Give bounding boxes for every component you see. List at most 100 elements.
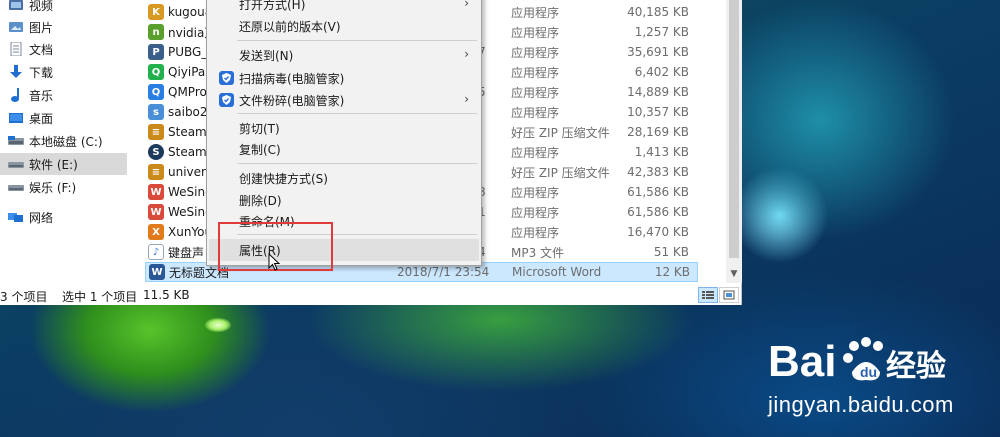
app-icon: Q — [148, 64, 164, 80]
nav-item-label: 本地磁盘 (C:) — [29, 134, 103, 149]
shield-icon — [219, 71, 234, 85]
app-icon: X — [148, 224, 164, 240]
file-type: 应用程序 — [511, 5, 560, 20]
menu-separator — [237, 113, 477, 114]
scrollbar-thumb[interactable] — [729, 0, 739, 258]
nav-item-label: 网络 — [29, 210, 54, 225]
nav-item-network[interactable]: 网络 — [0, 206, 127, 228]
menu-item-label: 打开方式(H) — [239, 0, 306, 12]
item-count: 3 个项目 — [0, 290, 48, 304]
menu-item-cut[interactable]: 剪切(T) — [209, 117, 479, 139]
drive-icon — [8, 134, 24, 148]
menu-item-scan-virus[interactable]: 扫描病毒(电脑管家) — [209, 67, 479, 89]
file-size: 28,169 KB — [627, 125, 689, 139]
details-view-button[interactable] — [698, 287, 718, 303]
nav-item-label: 娱乐 (F:) — [29, 180, 77, 195]
menu-item-send-to[interactable]: 发送到(N) › — [209, 44, 479, 66]
nav-item-videos[interactable]: 视频 — [0, 0, 127, 16]
menu-item-restore-versions[interactable]: 还原以前的版本(V) — [209, 15, 479, 37]
menu-item-label: 还原以前的版本(V) — [239, 19, 341, 34]
network-icon — [8, 210, 24, 224]
steam-icon: S — [148, 144, 164, 160]
vertical-scrollbar[interactable]: ▼ — [726, 0, 742, 283]
file-type: 应用程序 — [511, 25, 560, 40]
nav-item-drive-e[interactable]: 软件 (E:) — [0, 153, 127, 175]
status-bar: 3 个项目 选中 1 个项目 11.5 KB — [0, 285, 742, 305]
menu-separator — [237, 163, 477, 164]
menu-item-label: 剪切(T) — [239, 121, 280, 136]
svg-text:du: du — [860, 364, 877, 380]
menu-item-copy[interactable]: 复制(C) — [209, 138, 479, 160]
menu-item-delete[interactable]: 删除(D) — [209, 189, 479, 211]
nav-item-desktop[interactable]: 桌面 — [0, 107, 127, 129]
file-name: QMPro — [168, 85, 207, 99]
menu-item-label: 文件粉碎(电脑管家) — [239, 93, 345, 108]
chevron-right-icon: › — [464, 47, 469, 61]
menu-separator — [237, 40, 477, 41]
file-type: 应用程序 — [511, 205, 560, 220]
file-name: saibo2 — [168, 105, 208, 119]
app-icon: W — [148, 184, 164, 200]
menu-item-label: 扫描病毒(电脑管家) — [239, 71, 345, 86]
file-size: 10,357 KB — [627, 105, 689, 119]
zip-archive-icon: ≡ — [148, 164, 164, 180]
nav-item-documents[interactable]: 文档 — [0, 38, 127, 60]
documents-folder-icon — [8, 42, 24, 56]
app-icon: K — [148, 4, 164, 20]
file-size: 35,691 KB — [627, 45, 689, 59]
nav-item-drive-c[interactable]: 本地磁盘 (C:) — [0, 130, 127, 152]
file-type: 应用程序 — [511, 145, 560, 160]
file-type: 应用程序 — [511, 105, 560, 120]
file-size: 61,586 KB — [627, 185, 689, 199]
wallpaper-light-spot — [205, 318, 231, 332]
app-icon: P — [148, 44, 164, 60]
desktop-folder-icon — [8, 111, 24, 125]
app-icon: n — [148, 24, 164, 40]
file-size: 1,413 KB — [634, 145, 689, 159]
watermark-url: jingyan.baidu.com — [768, 392, 954, 417]
audio-file-icon: ♪ — [148, 244, 164, 260]
menu-item-label: 创建快捷方式(S) — [239, 171, 328, 186]
navigation-pane: 视频 图片 文档 下载 音乐 桌面 本地磁盘 (C:) 软件 (E:) 娱乐 (… — [0, 0, 128, 283]
svg-text:经验: 经验 — [886, 349, 946, 384]
details-view-icon — [702, 291, 714, 299]
nav-item-label: 文档 — [29, 42, 54, 57]
shield-icon — [219, 93, 234, 107]
nav-item-drive-f[interactable]: 娱乐 (F:) — [0, 176, 127, 198]
scroll-down-arrow-icon[interactable]: ▼ — [726, 266, 742, 282]
file-size: 12 KB — [654, 265, 690, 279]
file-size: 6,402 KB — [634, 65, 689, 79]
large-icons-view-button[interactable] — [719, 287, 739, 303]
selected-size: 11.5 KB — [143, 288, 190, 302]
chevron-right-icon: › — [464, 0, 469, 10]
file-type: 应用程序 — [511, 45, 560, 60]
file-type: 应用程序 — [511, 85, 560, 100]
menu-item-create-shortcut[interactable]: 创建快捷方式(S) — [209, 167, 479, 189]
file-size: 1,257 KB — [634, 25, 689, 39]
menu-item-shred-file[interactable]: 文件粉碎(电脑管家) › — [209, 89, 479, 111]
drive-icon — [8, 180, 24, 194]
nav-item-label: 音乐 — [29, 88, 54, 103]
file-size: 14,889 KB — [627, 85, 689, 99]
file-name: PUBG_ — [168, 45, 208, 59]
nav-item-music[interactable]: 音乐 — [0, 84, 127, 106]
app-icon: Q — [148, 84, 164, 100]
large-icons-view-icon — [723, 290, 735, 300]
app-icon: s — [148, 104, 164, 120]
file-type: Microsoft Word — [512, 265, 602, 279]
nav-item-downloads[interactable]: 下载 — [0, 61, 127, 83]
file-size: 40,185 KB — [627, 5, 689, 19]
app-icon: W — [148, 204, 164, 220]
zip-archive-icon: ≡ — [148, 124, 164, 140]
pictures-folder-icon — [8, 20, 24, 34]
nav-item-label: 下载 — [29, 65, 54, 80]
file-date: 2018/7/1 23:54 — [397, 265, 490, 279]
file-name: QiyiPas — [168, 65, 212, 79]
file-type: 应用程序 — [511, 225, 560, 240]
menu-item-open-with[interactable]: 打开方式(H) › — [209, 0, 479, 15]
baidu-jingyan-logo: Bai du 经验 — [768, 337, 946, 386]
nav-item-pictures[interactable]: 图片 — [0, 16, 127, 38]
menu-item-label: 复制(C) — [239, 142, 281, 157]
file-type: 应用程序 — [511, 65, 560, 80]
file-size: 16,470 KB — [627, 225, 689, 239]
